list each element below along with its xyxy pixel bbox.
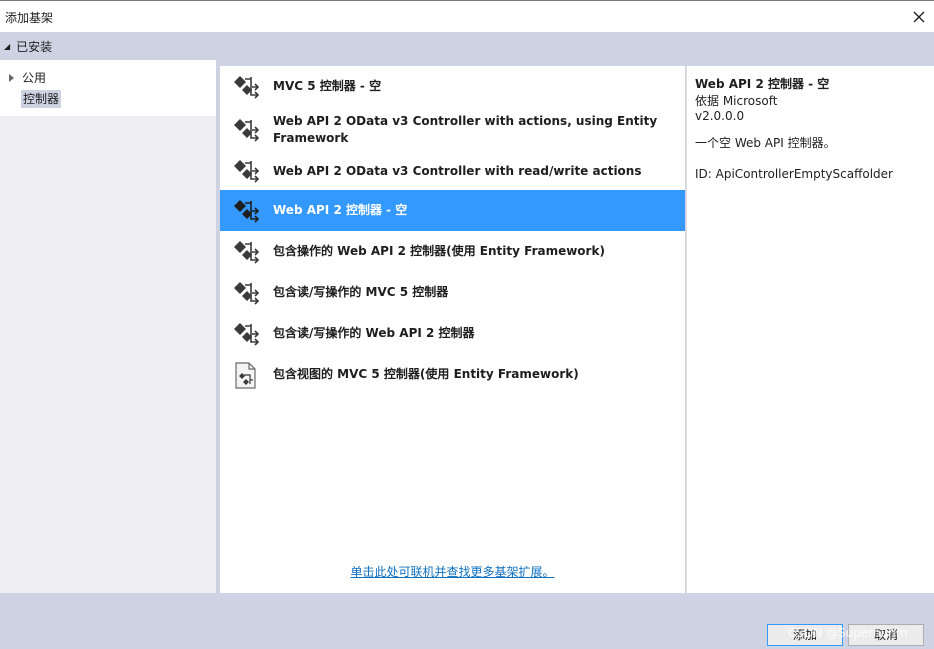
scaffold-controller-icon	[231, 157, 261, 185]
installed-label: 已安装	[16, 39, 53, 54]
details-title: Web API 2 控制器 - 空	[695, 77, 830, 91]
expanded-caret-icon: ◢	[4, 41, 11, 51]
template-label: Web API 2 OData v3 Controller with read/…	[273, 164, 642, 178]
footer: 添加 取消 CSDN @Superhunm	[0, 593, 934, 649]
template-list: MVC 5 控制器 - 空 Web API 2 OData v3 Controll…	[220, 66, 685, 593]
template-item[interactable]: 包含操作的 Web API 2 控制器(使用 Entity Framework)	[220, 231, 685, 272]
header-strip	[216, 32, 934, 66]
template-label: 包含读/写操作的 MVC 5 控制器	[273, 285, 449, 299]
scaffold-controller-icon	[231, 279, 261, 307]
collapsed-triangle-icon	[9, 73, 14, 82]
details-author: 依据 Microsoft	[695, 94, 778, 108]
details-description: 一个空 Web API 控制器。	[695, 136, 836, 150]
template-label: 包含读/写操作的 Web API 2 控制器	[273, 326, 475, 340]
scaffold-controller-icon	[231, 116, 261, 144]
tree-item-controllers[interactable]: 控制器	[21, 90, 62, 108]
title-bar: 添加基架	[0, 0, 934, 32]
tree-item-label: 控制器	[23, 92, 60, 106]
cancel-button[interactable]: 取消	[848, 624, 924, 646]
add-button[interactable]: 添加	[767, 624, 843, 646]
close-icon	[913, 11, 925, 22]
template-item[interactable]: 包含视图的 MVC 5 控制器(使用 Entity Framework)	[220, 354, 685, 395]
scaffold-controller-icon	[231, 238, 261, 266]
details-id: ID: ApiControllerEmptyScaffolder	[695, 167, 893, 181]
scaffold-controller-icon	[231, 197, 261, 225]
template-item[interactable]: Web API 2 OData v3 Controller with actio…	[220, 107, 685, 152]
template-label: 包含操作的 Web API 2 控制器(使用 Entity Framework)	[273, 244, 605, 258]
online-extensions-link[interactable]: 单击此处可联机并查找更多基架扩展。	[220, 563, 685, 580]
template-item[interactable]: 包含读/写操作的 MVC 5 控制器	[220, 272, 685, 313]
template-label: Web API 2 OData v3 Controller with actio…	[273, 114, 658, 145]
template-item[interactable]: 包含读/写操作的 Web API 2 控制器	[220, 313, 685, 354]
template-item[interactable]: MVC 5 控制器 - 空	[220, 66, 685, 107]
details-version: v2.0.0.0	[695, 109, 745, 123]
dialog-title: 添加基架	[5, 11, 54, 25]
installed-header[interactable]: ◢ 已安装	[0, 32, 216, 60]
template-label: 包含视图的 MVC 5 控制器(使用 Entity Framework)	[273, 367, 579, 381]
tree-item-public[interactable]: 公用	[9, 69, 46, 87]
scaffold-controller-icon	[231, 73, 261, 101]
close-button[interactable]	[904, 1, 934, 32]
tree-item-label: 公用	[22, 71, 47, 85]
details-panel: Web API 2 控制器 - 空 依据 Microsoft v2.0.0.0 …	[686, 66, 934, 593]
template-item[interactable]: Web API 2 控制器 - 空	[220, 190, 685, 231]
template-item[interactable]: Web API 2 OData v3 Controller with read/…	[220, 152, 685, 190]
template-label: MVC 5 控制器 - 空	[273, 79, 382, 93]
template-label: Web API 2 控制器 - 空	[273, 203, 408, 217]
scaffold-view-icon	[231, 361, 261, 389]
category-panel: ◢ 已安装 公用 控制器	[0, 32, 216, 593]
scaffold-controller-icon	[231, 320, 261, 348]
category-tree: 公用 控制器	[0, 60, 216, 116]
